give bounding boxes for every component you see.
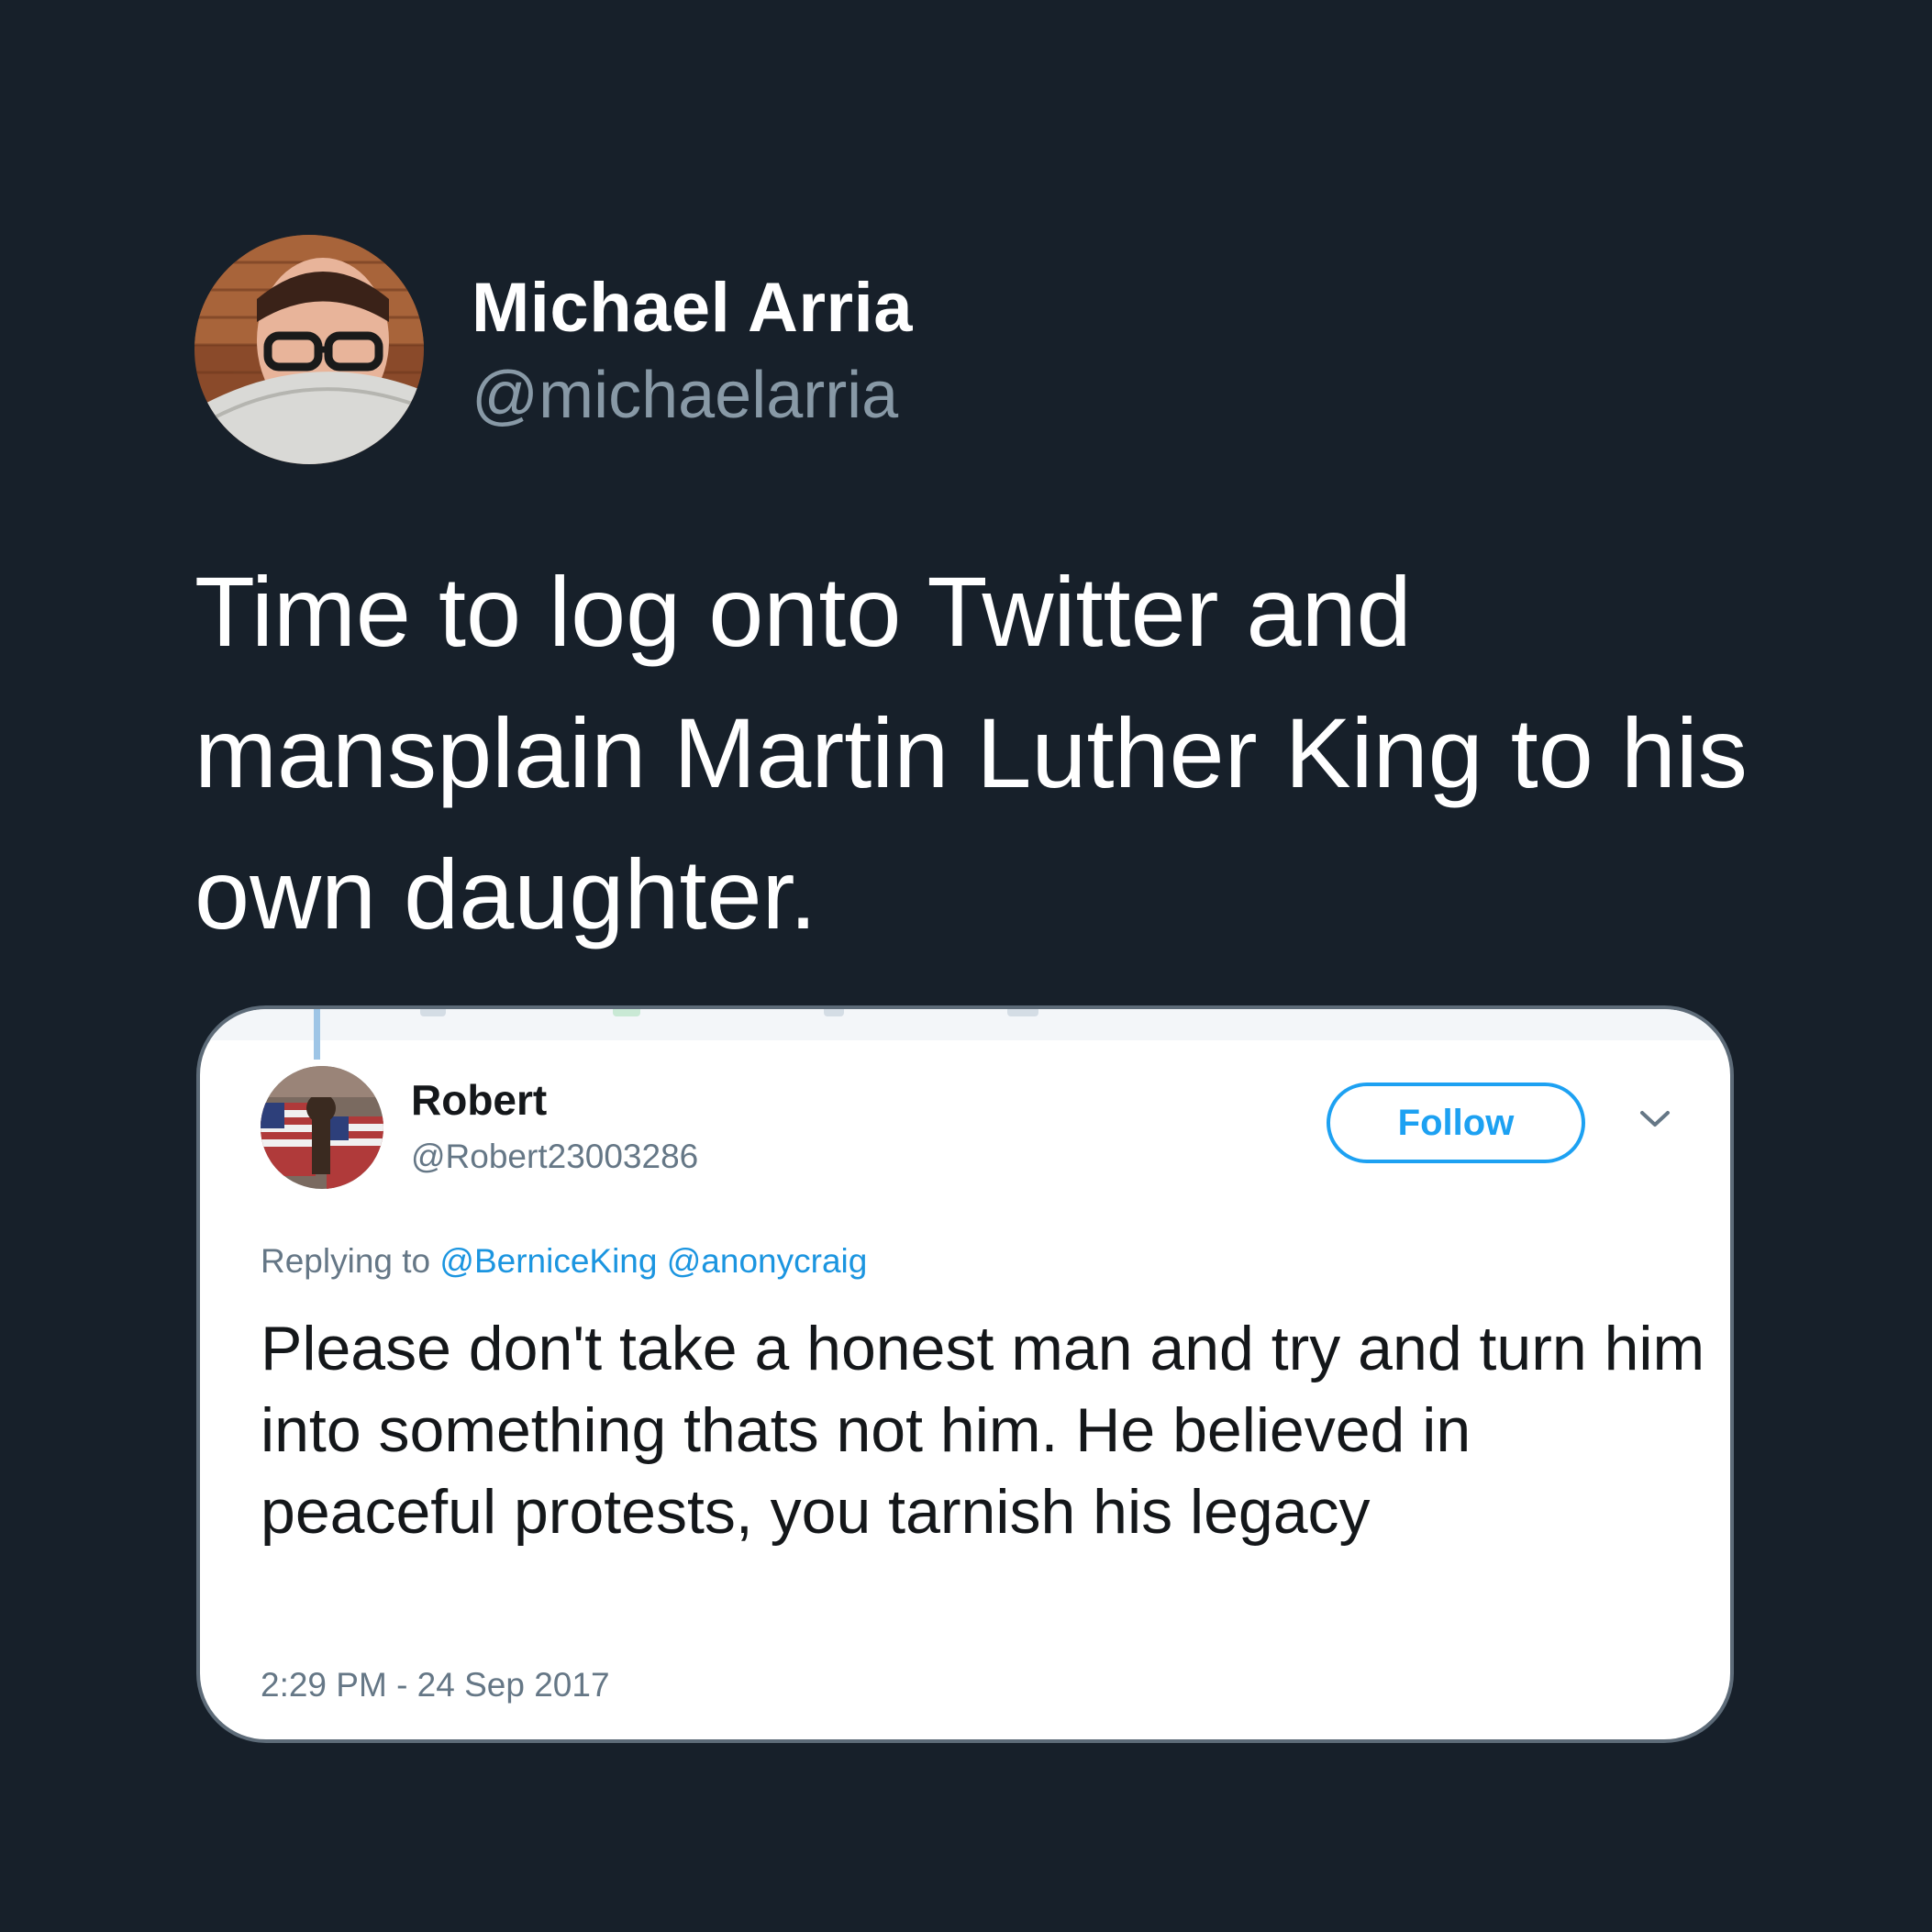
author-avatar[interactable] [194, 235, 424, 464]
mention-link[interactable]: @BerniceKing [439, 1242, 657, 1280]
reply-text: Please don't take a honest man and try a… [261, 1314, 1705, 1547]
cropped-action-icon [824, 1009, 844, 1016]
chevron-down-icon[interactable] [1638, 1108, 1671, 1130]
cropped-action-icon [420, 1009, 446, 1016]
reply-author-name[interactable]: Robert [411, 1075, 547, 1125]
profile-photo-icon [194, 235, 424, 464]
author-handle[interactable]: @michaelarria [472, 358, 898, 433]
mention-link[interactable]: @anonycraig [667, 1242, 868, 1280]
author-name[interactable]: Michael Arria [472, 268, 913, 348]
replying-to-label: Replying to [261, 1242, 431, 1280]
quoted-screenshot-card[interactable]: Robert @Robert23003286 Follow Replying t… [196, 1005, 1734, 1743]
reply-author-avatar[interactable] [261, 1066, 383, 1189]
replying-to-line: Replying to @BerniceKing @anonycraig [261, 1242, 867, 1281]
tweet-text: Time to log onto Twitter and mansplain M… [194, 556, 1748, 949]
follow-button[interactable]: Follow [1327, 1083, 1585, 1163]
cropped-action-icon [613, 1009, 640, 1016]
reply-timestamp[interactable]: 2:29 PM - 24 Sep 2017 [261, 1666, 610, 1704]
thread-line [314, 1009, 320, 1060]
reply-author-handle[interactable]: @Robert23003286 [411, 1138, 698, 1176]
cropped-action-icon [1007, 1009, 1038, 1016]
tweet-container: Michael Arria @michaelarria Time to log … [0, 0, 1932, 1932]
profile-photo-icon [261, 1066, 383, 1189]
